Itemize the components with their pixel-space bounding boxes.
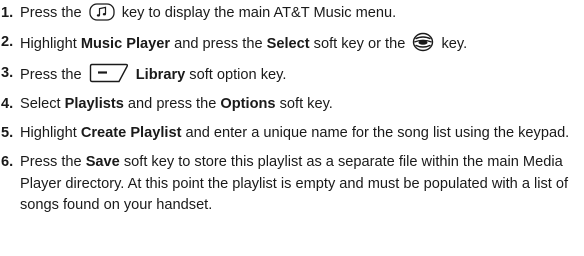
left-soft-key-icon (89, 63, 129, 83)
step-text-run: Press the (20, 154, 86, 170)
step-text-run: soft key or the (309, 36, 410, 52)
key-name: Create Playlist (80, 125, 182, 141)
step-item: 3. Press the Library soft option key. (0, 63, 584, 87)
step-text-run: Press the (20, 67, 86, 83)
step-number: 2. (1, 34, 14, 50)
step-number: 6. (1, 154, 14, 170)
step-text-run: Select (20, 96, 65, 112)
step-text-run: and press the (170, 36, 267, 52)
step-text: Highlight Create Playlist and enter a un… (20, 123, 584, 145)
step-item: 5. Highlight Create Playlist and enter a … (0, 123, 584, 145)
key-name: Select (266, 36, 310, 52)
key-name: Music Player (80, 36, 171, 52)
step-text: Press the key to display the main AT&T M… (20, 3, 584, 25)
step-item: 1. Press the key to display the main AT&T… (0, 3, 584, 25)
step-text-run: key to display the main AT&T Music menu. (117, 5, 397, 21)
step-text-run: soft key. (275, 96, 333, 112)
key-name: Library (135, 67, 186, 83)
step-item: 6. Press the Save soft key to store this … (0, 152, 584, 217)
music-key-icon (89, 3, 115, 21)
step-text: Select Playlists and press the Options s… (20, 94, 584, 116)
step-text: Highlight Music Player and press the Sel… (20, 32, 584, 56)
step-item: 2. Highlight Music Player and press the S… (0, 32, 584, 56)
step-number: 3. (1, 65, 14, 81)
step-text-run: Highlight (20, 36, 81, 52)
step-item: 4. Select Playlists and press the Options… (0, 94, 584, 116)
step-number: 5. (1, 125, 14, 141)
step-text-run: and enter a unique name for the song lis… (181, 125, 570, 141)
step-text-run: Press the (20, 5, 86, 21)
step-number: 1. (1, 5, 14, 21)
step-number: 4. (1, 96, 14, 112)
key-name: Save (85, 154, 120, 170)
step-text: Press the Library soft option key. (20, 63, 584, 87)
key-name: Options (220, 96, 276, 112)
step-text-run: Highlight (20, 125, 81, 141)
step-text-run: key. (437, 36, 468, 52)
step-text-run: and press the (123, 96, 221, 112)
nav-select-key-icon (412, 32, 434, 52)
step-text-run: soft option key. (185, 67, 287, 83)
key-name: Playlists (64, 96, 124, 112)
instruction-steps: 1. Press the key to display the main AT&T… (0, 0, 584, 217)
step-text: Press the Save soft key to store this pl… (20, 152, 584, 217)
